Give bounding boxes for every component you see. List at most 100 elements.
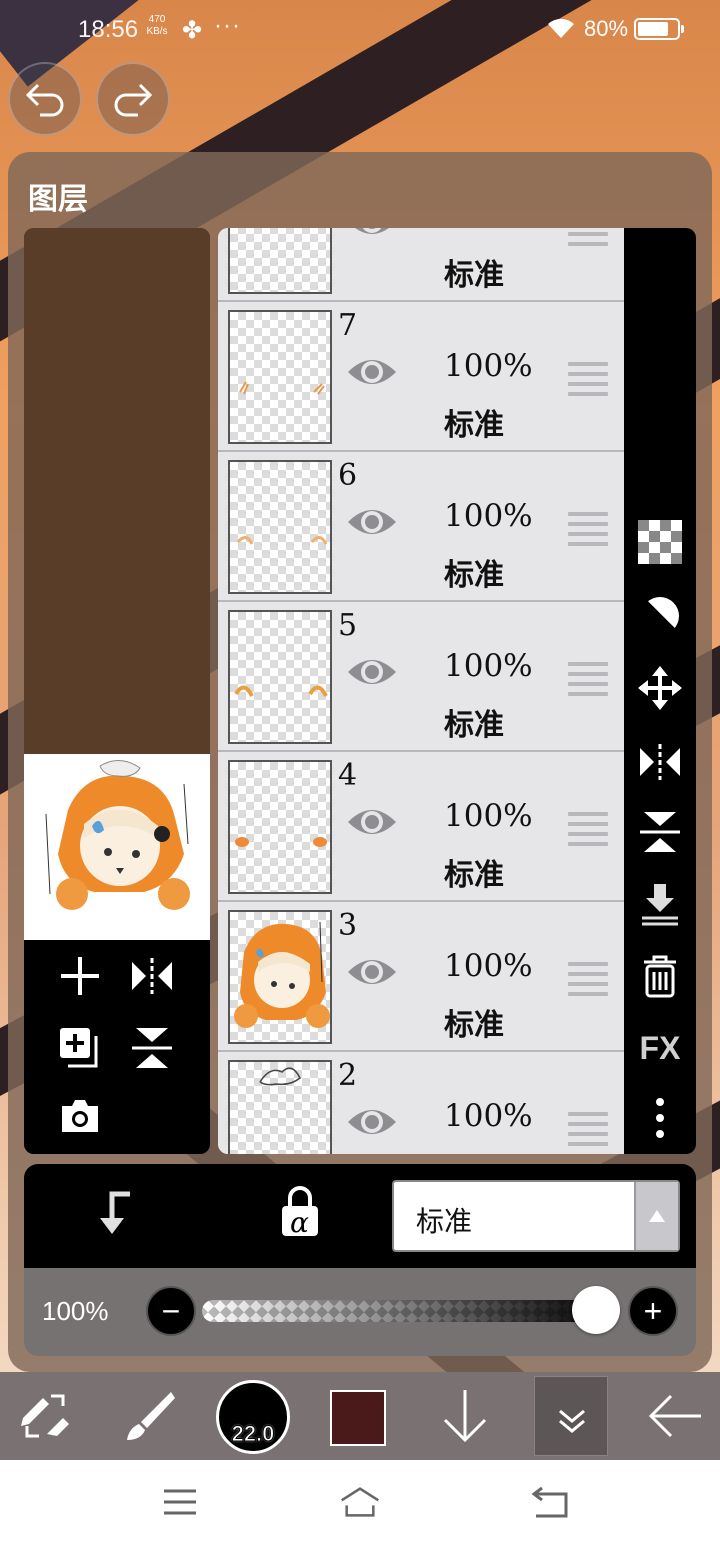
layer-number: 3 — [338, 908, 358, 943]
canvas-thumbnail[interactable] — [24, 754, 210, 940]
tool-switch-button[interactable] — [10, 1372, 80, 1460]
blend-mode-bar: α 标准 — [24, 1164, 696, 1268]
opacity-increase-button[interactable]: + — [628, 1286, 678, 1336]
back-to-canvas-button[interactable] — [640, 1372, 710, 1460]
visibility-toggle[interactable] — [346, 354, 398, 395]
opacity-decrease-button[interactable]: − — [146, 1286, 196, 1336]
flip-layer-vertical-button[interactable] — [636, 808, 684, 856]
app-toolbar: 22.0 — [0, 1372, 720, 1460]
merge-down-button[interactable] — [636, 880, 684, 928]
eye-icon — [348, 960, 396, 984]
redo-icon — [114, 83, 153, 117]
visibility-toggle[interactable] — [346, 228, 398, 245]
status-bar: 18:56 470 KB/s ✤ ··· 80% — [0, 0, 720, 60]
redo-button[interactable] — [96, 62, 170, 136]
clear-layer-button[interactable] — [636, 592, 684, 640]
blend-mode-select[interactable]: 标准 — [392, 1180, 680, 1252]
flip-vertical-button[interactable] — [122, 1018, 182, 1078]
flip-layer-horizontal-button[interactable] — [636, 738, 684, 786]
back-nav-button[interactable] — [530, 1482, 570, 1522]
drag-handle-icon[interactable] — [568, 962, 608, 1002]
visibility-toggle[interactable] — [346, 804, 398, 845]
layer-thumbnail[interactable] — [228, 910, 332, 1044]
layer-thumbnail[interactable] — [228, 1060, 332, 1154]
scroll-down-button[interactable] — [430, 1372, 500, 1460]
clipping-arrow-icon — [100, 1191, 130, 1234]
layer-number: 6 — [338, 458, 358, 493]
plus-icon — [61, 957, 99, 995]
move-arrows-icon — [638, 666, 682, 710]
eye-icon — [348, 360, 396, 384]
fan-icon: ✤ — [182, 17, 203, 44]
eye-icon — [348, 660, 396, 684]
drag-handle-icon[interactable] — [568, 662, 608, 702]
brush-size-button[interactable]: 22.0 — [216, 1380, 290, 1454]
layer-opacity: 100% — [444, 648, 533, 684]
drag-handle-icon[interactable] — [568, 362, 608, 402]
transparency-button[interactable] — [636, 518, 684, 566]
undo-icon — [25, 83, 64, 117]
layer-thumbnail[interactable] — [228, 760, 332, 894]
layer-row[interactable]: 3 100% 标准 — [218, 902, 624, 1052]
layer-thumbnail[interactable] — [228, 310, 332, 444]
visibility-toggle[interactable] — [346, 654, 398, 695]
drag-handle-icon[interactable] — [568, 1112, 608, 1152]
layer-opacity: 100% — [444, 798, 533, 834]
layer-blend-mode: 标准 — [444, 1150, 504, 1154]
import-photo-button[interactable] — [50, 1086, 110, 1146]
layer-row[interactable]: 7 100% 标准 — [218, 302, 624, 452]
flip-horizontal-button[interactable] — [122, 946, 182, 1006]
layer-blend-mode: 标准 — [444, 708, 504, 743]
drag-handle-icon[interactable] — [568, 812, 608, 852]
layer-thumbnail[interactable] — [228, 610, 332, 744]
duplicate-layer-button[interactable] — [50, 1018, 110, 1078]
layer-number: 4 — [338, 758, 358, 793]
network-speed-unit: KB/s — [146, 26, 168, 37]
layer-blend-mode: 标准 — [444, 558, 504, 593]
opacity-bar: 100% − + — [24, 1268, 696, 1356]
delete-layer-button[interactable] — [636, 952, 684, 1000]
layer-effects-button[interactable]: FX — [636, 1024, 684, 1072]
layer-row[interactable]: 100% 标准 — [218, 228, 624, 302]
visibility-toggle[interactable] — [346, 504, 398, 545]
more-options-button[interactable] — [636, 1094, 684, 1142]
brush-button[interactable] — [112, 1372, 182, 1460]
move-layer-button[interactable] — [636, 664, 684, 712]
character-thumbnail-image — [45, 760, 190, 910]
layer-list[interactable]: 100% 标准 7 100% 标准 6 100% 标准 5 100% 标准 4 100% 标准 3 100% 标… — [218, 228, 624, 1154]
alpha-lock-button[interactable]: α — [280, 1186, 320, 1243]
back-icon — [531, 1486, 568, 1518]
layer-row[interactable]: 4 100% 标准 — [218, 752, 624, 902]
battery-percent: 80% — [584, 16, 629, 41]
opacity-slider-track[interactable] — [202, 1300, 610, 1322]
wifi-icon — [548, 18, 574, 38]
layer-number: 2 — [338, 1058, 358, 1093]
layer-opacity: 100% — [444, 348, 533, 384]
add-layer-button[interactable] — [50, 946, 110, 1006]
visibility-toggle[interactable] — [346, 954, 398, 995]
layer-row[interactable]: 6 100% 标准 — [218, 452, 624, 602]
undo-button[interactable] — [8, 62, 82, 136]
menu-nav-button[interactable] — [160, 1482, 200, 1522]
battery-level — [638, 22, 668, 36]
layer-thumbnail[interactable] — [228, 228, 332, 294]
opacity-slider-knob[interactable] — [572, 1286, 620, 1334]
network-speed-value: 470 — [148, 14, 166, 25]
layer-row[interactable]: 5 100% 标准 — [218, 602, 624, 752]
layer-opacity: 100% — [444, 228, 533, 234]
color-swatch-button[interactable] — [330, 1390, 386, 1446]
brush-size-value: 22.0 — [231, 1421, 275, 1447]
layers-toggle-button[interactable] — [534, 1376, 608, 1456]
layer-thumbnail[interactable] — [228, 460, 332, 594]
alpha-label: α — [290, 1206, 309, 1239]
trash-icon — [644, 955, 676, 998]
visibility-toggle[interactable] — [346, 1104, 398, 1145]
blend-mode-value: 标准 — [416, 1205, 473, 1238]
drag-handle-icon[interactable] — [568, 512, 608, 552]
no-entry-circle-icon — [640, 597, 679, 636]
clipping-button[interactable] — [94, 1190, 134, 1241]
drag-handle-icon[interactable] — [568, 228, 608, 252]
layer-row[interactable]: 2 100% 标准 — [218, 1052, 624, 1154]
layer-tools — [24, 940, 210, 1154]
home-nav-button[interactable] — [340, 1482, 380, 1522]
